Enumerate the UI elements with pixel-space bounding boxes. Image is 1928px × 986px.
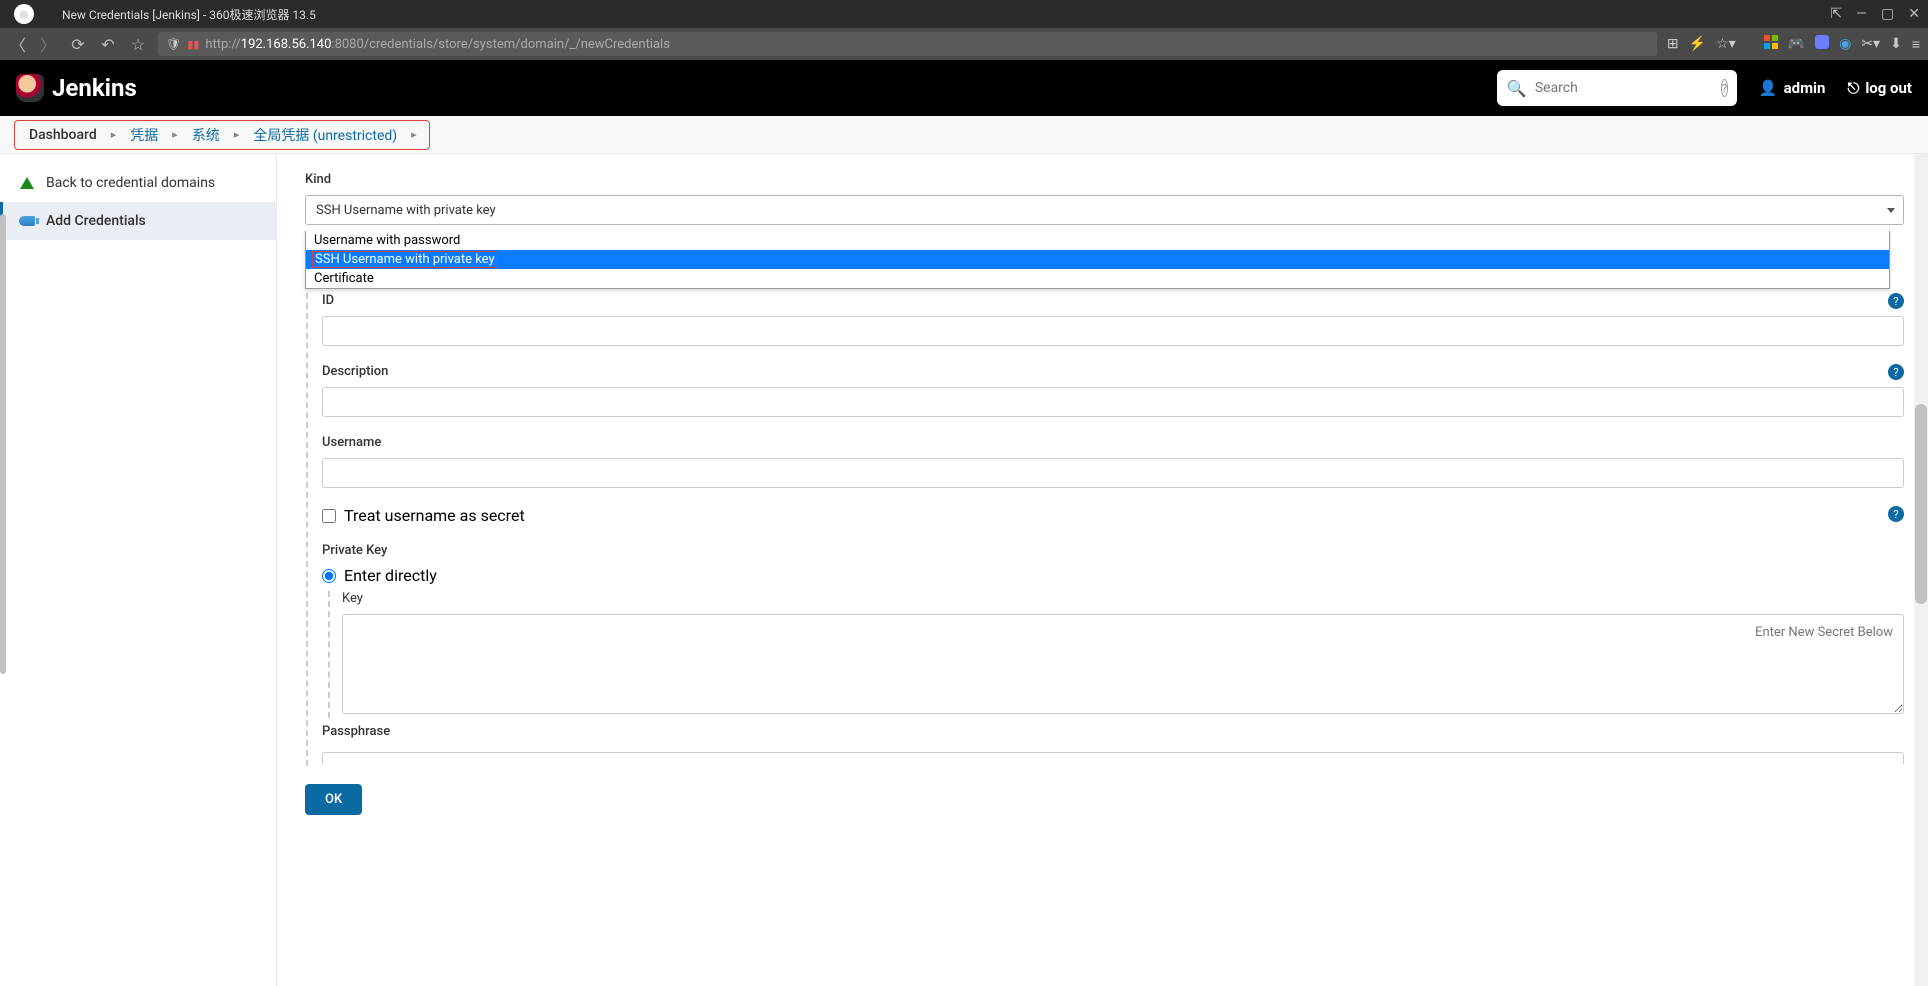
- user-link[interactable]: 👤 admin: [1759, 79, 1826, 97]
- logout-link[interactable]: ⎋ log out: [1847, 79, 1912, 97]
- passphrase-input[interactable]: [322, 752, 1904, 764]
- chevron-right-icon: ▸: [407, 128, 421, 141]
- sidebar: Back to credential domains Add Credentia…: [0, 154, 277, 986]
- sidebar-item-back[interactable]: Back to credential domains: [0, 164, 276, 202]
- scissors-icon[interactable]: ✂▾: [1861, 36, 1880, 52]
- site-flag-icon: ▮▮: [187, 38, 199, 51]
- window-pin-icon[interactable]: ⇱: [1830, 6, 1842, 22]
- kind-option-ssh-username-private-key[interactable]: SSH Username with private key: [306, 250, 1889, 269]
- window-maximize-icon[interactable]: ▢: [1881, 6, 1894, 22]
- nav-undo-icon[interactable]: ↶: [98, 35, 118, 54]
- crumb-global[interactable]: 全局凭据 (unrestricted): [247, 125, 403, 145]
- breadcrumb: Dashboard ▸ 凭据 ▸ 系统 ▸ 全局凭据 (unrestricted…: [0, 116, 1928, 154]
- nav-favorite-icon[interactable]: ☆: [128, 35, 148, 54]
- download-icon[interactable]: ⬇: [1890, 36, 1902, 52]
- translate-icon[interactable]: ⊞: [1667, 36, 1679, 52]
- treat-username-secret-label: Treat username as secret: [344, 506, 525, 525]
- sidebar-item-add-credentials[interactable]: Add Credentials: [0, 202, 276, 240]
- right-scrollbar[interactable]: [1914, 154, 1928, 986]
- flash-icon[interactable]: ⚡: [1689, 36, 1706, 52]
- menu-icon[interactable]: ≡: [1912, 36, 1920, 53]
- crumb-dashboard[interactable]: Dashboard: [23, 127, 103, 143]
- user-name: admin: [1784, 79, 1826, 97]
- logout-label: log out: [1865, 79, 1912, 97]
- kind-selected-value: SSH Username with private key: [316, 203, 496, 218]
- kind-option-username-password[interactable]: Username with password: [306, 231, 1889, 250]
- logout-icon: ⎋: [1847, 79, 1859, 97]
- nav-reload-icon[interactable]: ⟳: [68, 35, 88, 54]
- browser-tab-title: New Credentials [Jenkins] - 360极速浏览器 13.…: [62, 6, 1830, 23]
- ext-game-icon[interactable]: 🎮: [1788, 36, 1805, 52]
- treat-username-secret-checkbox[interactable]: [322, 509, 336, 523]
- key-label: Key: [342, 591, 1904, 606]
- window-minimize-icon[interactable]: —: [1856, 6, 1867, 22]
- nav-back-icon[interactable]: 〈: [8, 32, 28, 56]
- kind-dropdown: Username with password SSH Username with…: [305, 231, 1890, 289]
- key-icon: [18, 212, 36, 230]
- left-scrollbar[interactable]: [0, 214, 8, 986]
- description-label: Description: [322, 364, 1904, 379]
- main-form: Kind SSH Username with private key Usern…: [277, 154, 1928, 986]
- crumb-credentials[interactable]: 凭据: [124, 125, 164, 145]
- browser-app-icon: ☻: [14, 4, 34, 24]
- nav-forward-icon[interactable]: 〉: [38, 32, 58, 56]
- chevron-right-icon: ▸: [107, 128, 121, 141]
- star-dropdown-icon[interactable]: ☆▾: [1716, 36, 1736, 52]
- ok-button[interactable]: OK: [305, 784, 362, 815]
- search-input[interactable]: [1535, 80, 1713, 96]
- site-security-icon: 🛡: [166, 37, 181, 51]
- help-icon[interactable]: ?: [1888, 506, 1904, 522]
- private-key-label: Private Key: [322, 543, 1904, 558]
- credential-fields: ? ID ? Description Username ? Treat user…: [306, 293, 1904, 766]
- username-label: Username: [322, 435, 1904, 450]
- kind-option-certificate[interactable]: Certificate: [306, 269, 1889, 288]
- help-icon[interactable]: ?: [1888, 364, 1904, 380]
- search-help-icon[interactable]: ?: [1721, 79, 1728, 97]
- help-icon[interactable]: ?: [1888, 293, 1904, 309]
- window-close-icon[interactable]: ✕: [1908, 6, 1920, 22]
- chevron-right-icon: ▸: [230, 128, 244, 141]
- url-bar[interactable]: 🛡 ▮▮ http://192.168.56.140:8080/credenti…: [158, 32, 1657, 56]
- browser-titlebar: ☻ New Credentials [Jenkins] - 360极速浏览器 1…: [0, 0, 1928, 28]
- crumb-system[interactable]: 系统: [186, 125, 226, 145]
- kind-label: Kind: [305, 172, 1904, 187]
- id-label: ID: [322, 293, 1904, 308]
- id-input[interactable]: [322, 316, 1904, 346]
- chevron-right-icon: ▸: [168, 128, 182, 141]
- description-input[interactable]: [322, 387, 1904, 417]
- arrow-up-icon: [18, 174, 36, 192]
- jenkins-product-name: Jenkins: [52, 74, 137, 102]
- jenkins-logo-icon: [16, 74, 44, 102]
- search-icon: 🔍: [1507, 79, 1527, 98]
- enter-directly-label: Enter directly: [344, 566, 437, 585]
- search-box[interactable]: 🔍 ?: [1497, 70, 1737, 106]
- enter-directly-radio[interactable]: [322, 569, 336, 583]
- url-text: http://192.168.56.140:8080/credentials/s…: [205, 37, 670, 52]
- ext-globe-icon[interactable]: ◉: [1839, 36, 1851, 52]
- sidebar-item-label: Add Credentials: [46, 213, 146, 229]
- jenkins-header: Jenkins 🔍 ? 👤 admin ⎋ log out: [0, 60, 1928, 116]
- sidebar-item-label: Back to credential domains: [46, 175, 215, 191]
- jenkins-logo[interactable]: Jenkins: [16, 74, 137, 102]
- ext-note-icon[interactable]: [1815, 35, 1829, 53]
- kind-select[interactable]: SSH Username with private key: [305, 195, 1904, 225]
- ext-microsoft-icon[interactable]: [1764, 35, 1778, 53]
- username-input[interactable]: [322, 458, 1904, 488]
- passphrase-label: Passphrase: [322, 724, 1904, 739]
- user-icon: 👤: [1759, 79, 1778, 97]
- breadcrumb-highlight-box: Dashboard ▸ 凭据 ▸ 系统 ▸ 全局凭据 (unrestricted…: [14, 120, 430, 150]
- key-textarea[interactable]: [342, 614, 1904, 714]
- browser-toolbar: 〈 〉 ⟳ ↶ ☆ 🛡 ▮▮ http://192.168.56.140:808…: [0, 28, 1928, 60]
